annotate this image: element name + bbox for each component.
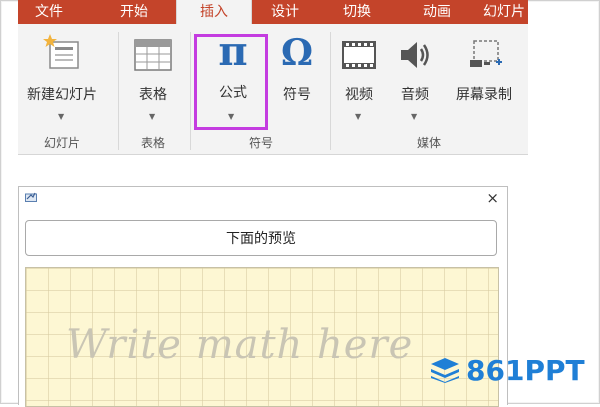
table-button[interactable]: 表格 <box>128 38 178 104</box>
tab-file[interactable]: 文件 <box>18 0 80 24</box>
preview-button[interactable]: 下面的预览 <box>25 220 497 256</box>
watermark-text: 861PPT <box>466 353 585 387</box>
table-icon <box>134 39 172 71</box>
video-button[interactable]: 视频 <box>336 38 382 104</box>
tab-animations[interactable]: 动画 <box>414 0 460 24</box>
group-tables-label: 表格 <box>140 136 165 150</box>
screen-record-label: 屏幕录制 <box>456 87 512 103</box>
group-symbols-label: 符号 <box>248 136 273 150</box>
audio-button[interactable]: 音频 <box>392 38 438 104</box>
group-slides-label: 幻灯片 <box>43 136 80 150</box>
watermark-logo: 861PPT <box>430 352 585 388</box>
table-label: 表格 <box>139 87 167 103</box>
audio-label: 音频 <box>401 87 429 103</box>
new-slide-dropdown-icon[interactable]: ▼ <box>58 112 64 121</box>
new-slide-button[interactable]: 新建幻灯片 <box>22 34 102 104</box>
video-label: 视频 <box>345 87 373 103</box>
tab-home[interactable]: 开始 <box>112 0 156 24</box>
group-divider <box>118 32 119 150</box>
symbol-label: 符号 <box>283 87 311 103</box>
omega-icon: Ω <box>280 32 314 74</box>
audio-dropdown-icon[interactable]: ▼ <box>411 112 417 121</box>
ribbon-insert-panel: 新建幻灯片 ▼ 幻灯片 表格 ▼ 表格 π 公式 ▼ Ω 符号 符号 视频 ▼ … <box>18 24 528 155</box>
speaker-icon <box>401 42 429 68</box>
table-dropdown-icon[interactable]: ▼ <box>149 112 155 121</box>
group-divider <box>330 32 331 150</box>
group-divider <box>190 32 191 150</box>
stack-layers-icon <box>431 358 459 383</box>
film-icon <box>342 41 376 69</box>
symbol-button[interactable]: Ω 符号 <box>274 30 320 104</box>
handwriting-area[interactable]: Write math here <box>25 267 499 407</box>
tab-insert[interactable]: 插入 <box>176 0 252 24</box>
new-slide-label: 新建幻灯片 <box>27 87 97 103</box>
new-slide-icon <box>43 34 79 69</box>
group-media-label: 媒体 <box>416 136 441 150</box>
tab-design[interactable]: 设计 <box>260 0 310 24</box>
equation-highlight-box <box>194 34 268 130</box>
screen-record-button[interactable]: 屏幕录制 <box>446 38 522 104</box>
tab-slideshow[interactable]: 幻灯片 <box>480 0 528 24</box>
close-icon[interactable]: × <box>486 189 499 207</box>
math-panel-icon <box>25 192 37 202</box>
write-math-hint: Write math here <box>66 322 414 368</box>
tab-transitions[interactable]: 切换 <box>334 0 380 24</box>
video-dropdown-icon[interactable]: ▼ <box>355 112 361 121</box>
ribbon-tab-bar: 文件 开始 插入 设计 切换 动画 幻灯片 <box>18 0 528 24</box>
screen-record-icon <box>470 40 502 67</box>
